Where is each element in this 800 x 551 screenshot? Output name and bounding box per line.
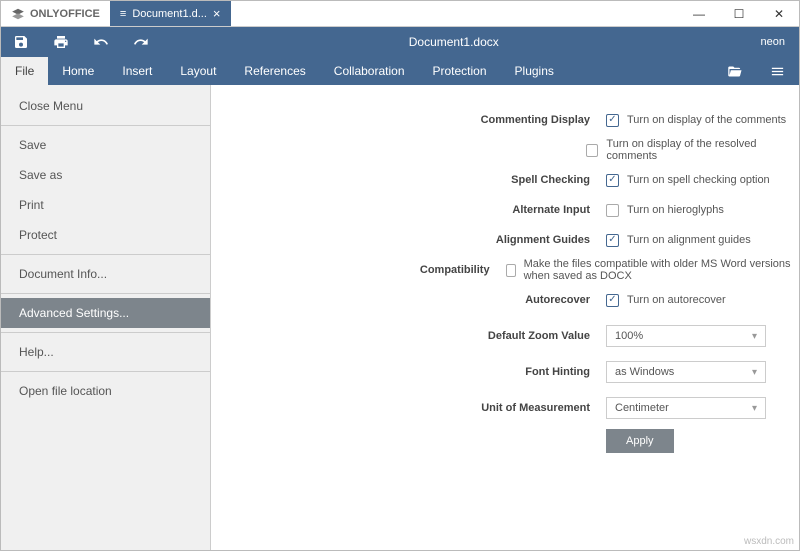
app-logo: ONLYOFFICE — [1, 1, 110, 26]
redo-icon — [133, 34, 149, 50]
font-hinting-label: Font Hinting — [211, 366, 606, 378]
compatibility-text: Make the files compatible with older MS … — [524, 258, 799, 282]
document-tab[interactable]: ≡ Document1.d... × — [110, 1, 231, 26]
alternate-input-label: Alternate Input — [211, 204, 606, 216]
menu-bar: File Home Insert Layout References Colla… — [1, 57, 799, 85]
sidebar-help[interactable]: Help... — [1, 337, 210, 367]
autorecover-checkbox[interactable] — [606, 294, 619, 307]
window-controls: — ☐ ✕ — [679, 1, 799, 26]
commenting-display-label: Commenting Display — [211, 114, 606, 126]
sidebar-separator — [1, 371, 210, 372]
minimize-button[interactable]: — — [679, 1, 719, 26]
menu-more-icon[interactable] — [756, 57, 799, 85]
autorecover-label: Autorecover — [211, 294, 606, 306]
sidebar-separator — [1, 293, 210, 294]
alternate-input-text: Turn on hieroglyphs — [627, 204, 724, 216]
default-zoom-select[interactable]: 100% ▾ — [606, 325, 766, 347]
menu-references[interactable]: References — [230, 57, 319, 85]
menu-collaboration[interactable]: Collaboration — [320, 57, 419, 85]
print-icon — [53, 34, 69, 50]
onlyoffice-icon — [11, 7, 25, 21]
maximize-button[interactable]: ☐ — [719, 1, 759, 26]
autorecover-text: Turn on autorecover — [627, 294, 726, 306]
sidebar-protect[interactable]: Protect — [1, 220, 210, 250]
compatibility-label: Compatibility — [211, 264, 506, 276]
main-toolbar: Document1.docx neon — [1, 27, 799, 57]
menu-protection[interactable]: Protection — [419, 57, 501, 85]
watermark-text: wsxdn.com — [744, 536, 794, 547]
default-zoom-label: Default Zoom Value — [211, 330, 606, 342]
undo-button[interactable] — [81, 27, 121, 57]
chevron-down-icon: ▾ — [752, 367, 757, 378]
commenting-display-text: Turn on display of the comments — [627, 114, 786, 126]
print-button[interactable] — [41, 27, 81, 57]
brand-text: ONLYOFFICE — [30, 8, 100, 20]
sidebar-print[interactable]: Print — [1, 190, 210, 220]
settings-pane: Commenting Display Turn on display of th… — [211, 85, 799, 550]
spell-checking-text: Turn on spell checking option — [627, 174, 770, 186]
tab-title: Document1.d... — [132, 8, 207, 20]
save-button[interactable] — [1, 27, 41, 57]
unit-measurement-value: Centimeter — [615, 402, 669, 414]
sidebar-save[interactable]: Save — [1, 130, 210, 160]
sidebar-document-info[interactable]: Document Info... — [1, 259, 210, 289]
spell-checking-checkbox[interactable] — [606, 174, 619, 187]
resolved-comments-text: Turn on display of the resolved comments — [606, 138, 799, 162]
alignment-guides-text: Turn on alignment guides — [627, 234, 751, 246]
open-location-icon[interactable] — [713, 57, 756, 85]
unit-measurement-select[interactable]: Centimeter ▾ — [606, 397, 766, 419]
chevron-down-icon: ▾ — [752, 331, 757, 342]
sidebar-open-file-location[interactable]: Open file location — [1, 376, 210, 406]
sidebar-close-menu[interactable]: Close Menu — [1, 91, 210, 121]
save-icon — [13, 34, 29, 50]
font-hinting-value: as Windows — [615, 366, 674, 378]
alignment-guides-label: Alignment Guides — [211, 234, 606, 246]
sidebar-advanced-settings[interactable]: Advanced Settings... — [1, 298, 210, 328]
hamburger-icon: ≡ — [120, 8, 126, 20]
default-zoom-value: 100% — [615, 330, 643, 342]
menu-insert[interactable]: Insert — [108, 57, 166, 85]
close-window-button[interactable]: ✕ — [759, 1, 799, 26]
apply-button[interactable]: Apply — [606, 429, 674, 453]
sidebar-save-as[interactable]: Save as — [1, 160, 210, 190]
resolved-comments-checkbox[interactable] — [586, 144, 598, 157]
compatibility-checkbox[interactable] — [506, 264, 516, 277]
user-label[interactable]: neon — [747, 36, 799, 48]
alignment-guides-checkbox[interactable] — [606, 234, 619, 247]
title-bar: ONLYOFFICE ≡ Document1.d... × — ☐ ✕ — [1, 1, 799, 27]
sidebar-separator — [1, 254, 210, 255]
close-tab-icon[interactable]: × — [213, 6, 221, 21]
font-hinting-select[interactable]: as Windows ▾ — [606, 361, 766, 383]
menu-home[interactable]: Home — [48, 57, 108, 85]
menu-layout[interactable]: Layout — [166, 57, 230, 85]
unit-measurement-label: Unit of Measurement — [211, 402, 606, 414]
commenting-display-checkbox[interactable] — [606, 114, 619, 127]
undo-icon — [93, 34, 109, 50]
spell-checking-label: Spell Checking — [211, 174, 606, 186]
sidebar-separator — [1, 332, 210, 333]
redo-button[interactable] — [121, 27, 161, 57]
file-sidebar: Close Menu Save Save as Print Protect Do… — [1, 85, 211, 550]
menu-file[interactable]: File — [1, 57, 48, 85]
menu-plugins[interactable]: Plugins — [501, 57, 568, 85]
content-area: Close Menu Save Save as Print Protect Do… — [1, 85, 799, 550]
document-title: Document1.docx — [161, 35, 747, 49]
chevron-down-icon: ▾ — [752, 403, 757, 414]
alternate-input-checkbox[interactable] — [606, 204, 619, 217]
sidebar-separator — [1, 125, 210, 126]
